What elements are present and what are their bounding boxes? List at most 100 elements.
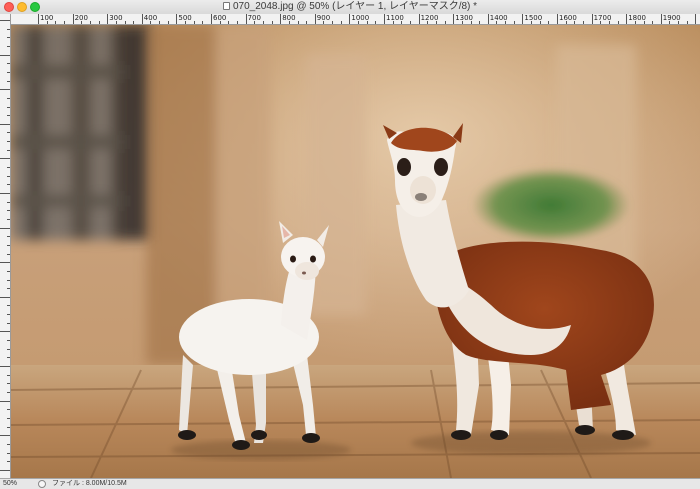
ruler-minor-tick	[89, 21, 91, 24]
ruler-tick	[0, 89, 10, 91]
ruler-tick	[0, 158, 10, 160]
ruler-tick	[487, 14, 489, 24]
ruler-minor-tick	[193, 21, 195, 24]
ruler-tick	[7, 314, 10, 316]
ruler-tick	[7, 149, 10, 151]
status-bar: 50% ファイル : 8.00M/10.5M	[0, 478, 700, 489]
ruler-label: 1400	[489, 14, 508, 22]
horizontal-ruler[interactable]: 100 200 300 400 500 600 700 800 900 1000 1100 1200 1…	[10, 14, 700, 25]
ruler-tick	[7, 409, 10, 411]
ruler-tick	[349, 14, 351, 24]
ruler-tick	[557, 14, 558, 24]
ruler-tick	[7, 426, 10, 428]
ruler-tick	[7, 357, 10, 359]
ruler-tick	[72, 14, 74, 24]
ruler-minor-tick	[297, 21, 299, 24]
ruler-label: 300	[109, 14, 123, 22]
ruler-minor-tick	[513, 21, 515, 24]
ruler-label: 500	[178, 14, 192, 22]
ruler-tick	[418, 14, 420, 24]
ruler-minor-tick	[375, 21, 377, 24]
ruler-tick	[7, 80, 10, 82]
ruler-tick	[141, 14, 143, 24]
ruler-tick	[7, 305, 10, 307]
ruler-minor-tick	[332, 21, 334, 24]
ruler-tick	[7, 141, 10, 143]
ruler-tick	[7, 461, 10, 463]
ruler-tick	[0, 123, 10, 125]
ruler-label: 1600	[559, 14, 577, 22]
ruler-minor-tick	[262, 21, 264, 24]
ruler-label: 900	[316, 14, 331, 22]
ruler-minor-tick	[617, 21, 619, 24]
window-title-wrap: 070_2048.jpg @ 50% (レイヤー 1, レイヤーマスク/8) *	[0, 0, 700, 14]
ruler-label: 400	[143, 14, 158, 22]
ruler-tick	[7, 37, 10, 39]
ruler-label: 600	[213, 14, 227, 22]
ruler-minor-tick	[124, 21, 126, 24]
zoom-level-field[interactable]: 50%	[3, 479, 33, 489]
ruler-tick	[660, 14, 662, 24]
ruler-tick	[7, 391, 10, 393]
ruler-tick	[7, 63, 10, 65]
ruler-tick	[0, 400, 10, 402]
ruler-label: 200	[74, 14, 88, 22]
ruler-tick	[7, 106, 10, 108]
ruler-minor-tick	[686, 21, 688, 24]
ruler-tick	[7, 270, 10, 272]
title-bar: 070_2048.jpg @ 50% (レイヤー 1, レイヤーマスク/8) *	[0, 0, 700, 15]
ruler-tick	[7, 374, 10, 376]
file-size-info[interactable]: ファイル : 8.00M/10.5M	[52, 479, 127, 489]
ruler-tick	[0, 435, 10, 437]
ruler-tick	[7, 201, 10, 203]
window-title: 070_2048.jpg @ 50% (レイヤー 1, レイヤーマスク/8) *	[232, 1, 478, 12]
ruler-tick	[7, 210, 10, 212]
document-icon	[222, 2, 230, 10]
ruler-minor-tick	[159, 21, 161, 24]
ruler-minor-tick	[236, 21, 238, 24]
ruler-tick	[211, 14, 212, 24]
ruler-minor-tick	[228, 21, 230, 24]
ruler-tick	[7, 443, 10, 445]
ruler-minor-tick	[63, 21, 65, 24]
ruler-tick	[384, 14, 385, 24]
ruler-tick	[7, 279, 10, 281]
ruler-tick	[7, 288, 10, 290]
ruler-tick	[7, 253, 10, 255]
ruler-tick	[7, 236, 10, 238]
ruler-tick	[7, 322, 10, 324]
ruler-tick	[7, 167, 10, 169]
ruler-minor-tick	[167, 21, 169, 24]
ruler-tick	[245, 14, 247, 24]
ruler-tick	[7, 45, 10, 47]
ruler-tick	[0, 227, 10, 229]
ruler-label: 1100	[386, 14, 404, 22]
ruler-label: 100	[40, 14, 54, 22]
ruler-label: 1200	[420, 14, 439, 22]
ruler-tick	[7, 340, 10, 342]
ruler-tick	[0, 331, 10, 333]
ruler-tick	[7, 175, 10, 177]
ruler-tick	[7, 97, 10, 99]
vertical-ruler[interactable]	[0, 14, 11, 478]
ruler-tick	[107, 14, 109, 24]
ruler-tick	[7, 244, 10, 246]
ruler-label: 700	[247, 14, 261, 22]
ruler-minor-tick	[444, 21, 446, 24]
ruler-tick	[7, 348, 10, 350]
ruler-minor-tick	[133, 21, 135, 24]
status-menu-icon[interactable]	[38, 480, 46, 488]
ruler-label: 1500	[524, 14, 543, 22]
ruler-tick	[7, 218, 10, 220]
ruler-tick	[7, 115, 10, 117]
ruler-tick	[7, 383, 10, 385]
ruler-tick	[7, 28, 10, 30]
ruler-tick	[7, 184, 10, 186]
ruler-tick	[0, 469, 10, 471]
document-canvas[interactable]	[11, 25, 700, 478]
ruler-tick	[591, 14, 593, 24]
ruler-label: 1900	[662, 14, 681, 22]
ruler-tick	[7, 452, 10, 454]
ruler-minor-tick	[409, 21, 411, 24]
ruler-tick	[0, 20, 10, 21]
